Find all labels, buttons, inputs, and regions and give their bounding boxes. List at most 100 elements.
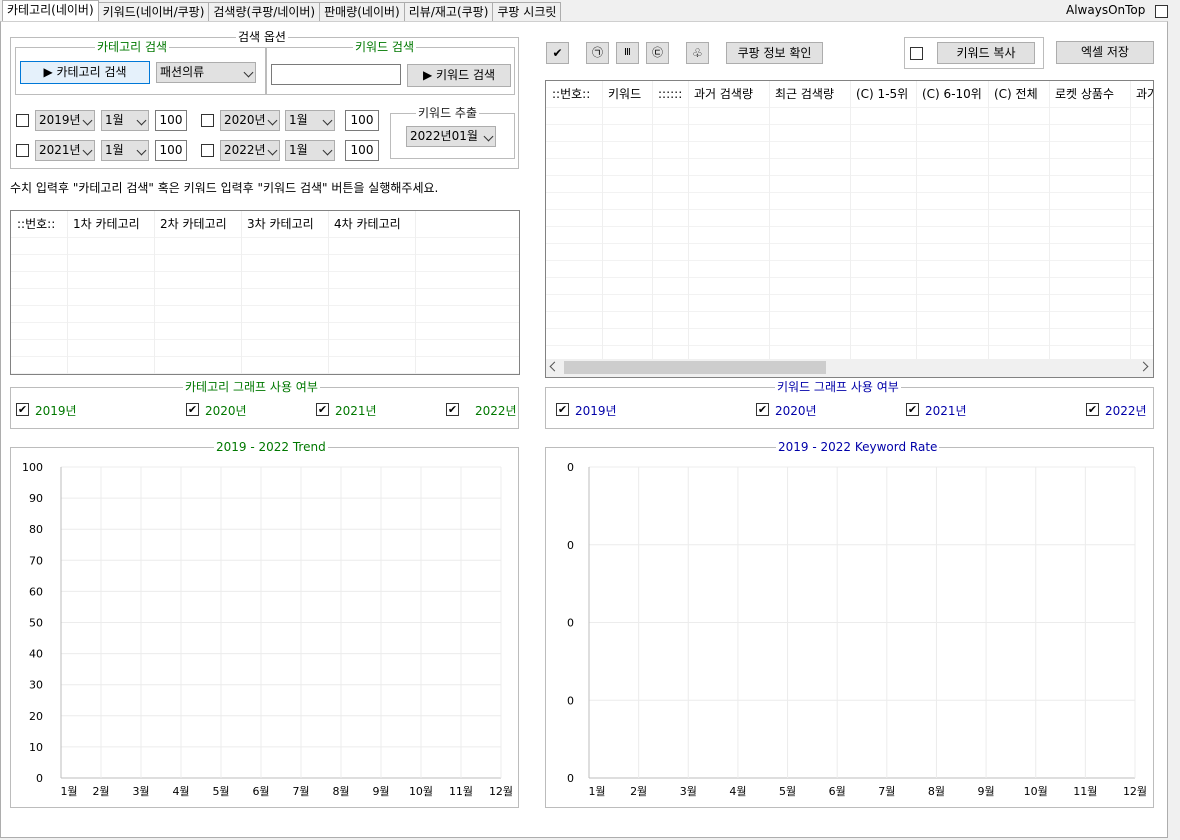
column-header[interactable]: :::::: [652,81,688,107]
column-header[interactable]: 1차 카테고리 [67,211,154,237]
grid-rows [11,237,519,374]
x-tick-label: 6월 [252,785,269,798]
check-icon-button[interactable]: ✔ [546,42,569,64]
year-2020-checkbox[interactable] [201,114,214,127]
month-2020-value: 1월 [289,113,308,127]
keyword-graph-2022-label: 2022년 [1105,404,1147,418]
column-header[interactable]: (C) 전체 [988,81,1049,107]
column-header[interactable]: 2차 카테고리 [154,211,241,237]
count-2020-input[interactable]: 100 [345,110,379,131]
category-grid[interactable]: ::번호:: 1차 카테고리 2차 카테고리 3차 카테고리 4차 카테고리 [10,210,520,375]
grid-divider [602,81,603,359]
count-2021-input[interactable]: 100 [155,140,187,161]
scroll-right-icon[interactable] [1138,361,1149,372]
grid-divider [1049,81,1050,359]
keyword-graph-2019-checkbox[interactable]: ✔ [556,403,569,416]
x-tick-label: 9월 [978,785,995,798]
keyword-graph-2019-label: 2019년 [575,404,617,418]
tab-search-volume[interactable]: 검색량(쿠팡/네이버) [208,2,321,21]
keyword-extract-value: 2022년01월 [410,129,478,143]
column-header[interactable]: ::번호:: [546,81,602,107]
keyword-grid[interactable]: ::번호:: 키워드 :::::: 과거 검색량 최근 검색량 (C) 1-5위… [545,80,1154,378]
y-tick-label: 0 [567,617,574,630]
year-2021-checkbox[interactable] [16,144,29,157]
circled-digeut-icon-button[interactable]: ㉢ [646,42,669,64]
keyword-copy-button[interactable]: 키워드 복사 [937,42,1035,64]
month-2022-select[interactable]: 1월 [285,140,335,161]
category-graph-2020-checkbox[interactable]: ✔ [186,403,199,416]
keyword-graph-2021-checkbox[interactable]: ✔ [906,403,919,416]
month-2019-select[interactable]: 1월 [101,110,149,131]
column-header[interactable]: 과거 검색량 [688,81,769,107]
column-header[interactable]: 최근 검색량 [769,81,850,107]
keyword-graph-2022-checkbox[interactable]: ✔ [1086,403,1099,416]
category-graph-2022-checkbox[interactable]: ✔ [446,403,459,416]
month-2020-select[interactable]: 1월 [285,110,335,131]
search-options-group: 검색 옵션 카테고리 검색 ▶ 카테고리 검색 패션의류 키워드 검색 ▶ 키워… [10,30,519,169]
count-2019-input[interactable]: 100 [155,110,187,131]
grid-divider [688,81,689,359]
column-header[interactable]: (C) 6-10위 [916,81,988,107]
column-header[interactable]: 과거 [1130,81,1153,107]
category-graph-usage-title: 카테고리 그래프 사용 여부 [183,380,320,394]
tab-sales-naver[interactable]: 판매량(네이버) [319,2,405,21]
category-search-title: 카테고리 검색 [95,40,170,54]
keyword-graph-2020-checkbox[interactable]: ✔ [756,403,769,416]
chevron-down-icon [322,115,333,126]
keyword-search-title: 키워드 검색 [353,40,417,54]
keyword-input[interactable] [271,64,401,85]
x-tick-label: 7월 [878,785,895,798]
category-search-button[interactable]: ▶ 카테고리 검색 [20,61,150,84]
x-tick-label: 5월 [779,785,796,798]
circled-roman-three-icon-button[interactable]: Ⅲ [616,42,639,64]
club-icon-button[interactable]: ♧ [686,42,709,64]
keyword-copy-checkbox[interactable] [910,47,923,60]
keyword-extract-select[interactable]: 2022년01월 [406,126,496,147]
count-2022-input[interactable]: 100 [345,140,379,161]
scroll-left-icon[interactable] [549,361,560,372]
category-graph-2021-checkbox[interactable]: ✔ [316,403,329,416]
tab-coupang-secret[interactable]: 쿠팡 시크릿 [492,2,562,21]
chevron-down-icon [82,115,93,126]
column-header[interactable]: ::번호:: [11,211,67,237]
category-select[interactable]: 패션의류 [156,62,256,83]
excel-save-button[interactable]: 엑셀 저장 [1056,41,1154,64]
tab-category-naver[interactable]: 카테고리(네이버) [2,0,99,21]
x-tick-label: 6월 [829,785,846,798]
year-2019-checkbox[interactable] [16,114,29,127]
column-header[interactable]: 키워드 [602,81,652,107]
tab-list: 카테고리(네이버) 키워드(네이버/쿠팡) 검색량(쿠팡/네이버) 판매량(네이… [2,0,562,23]
tab-bar: 카테고리(네이버) 키워드(네이버/쿠팡) 검색량(쿠팡/네이버) 판매량(네이… [0,0,1180,22]
year-2020-select[interactable]: 2020년 [220,110,280,131]
coupang-info-button[interactable]: 쿠팡 정보 확인 [726,42,823,64]
year-2021-select[interactable]: 2021년 [35,140,95,161]
keyword-search-button[interactable]: ▶ 키워드 검색 [407,64,511,87]
keyword-copy-group: 키워드 복사 [904,37,1044,69]
scrollbar-thumb[interactable] [564,361,826,374]
x-tick-label: 5월 [212,785,229,798]
search-options-title: 검색 옵션 [236,30,288,44]
y-tick-label: 50 [29,617,43,630]
tab-keyword-naver-coupang[interactable]: 키워드(네이버/쿠팡) [97,2,210,21]
x-tick-label: 2월 [92,785,109,798]
horizontal-scrollbar[interactable] [546,359,1153,377]
tab-review-stock[interactable]: 리뷰/재고(쿠팡) [403,2,494,21]
always-on-top-checkbox[interactable] [1155,5,1168,18]
year-2022-select[interactable]: 2022년 [220,140,280,161]
column-header[interactable]: 로켓 상품수 [1049,81,1130,107]
keyword-rate-chart-group: 2019 - 2022 Keyword Rate 0 0 0 0 0 1월 2월 3월 4월 5월… [545,440,1154,808]
month-2021-select[interactable]: 1월 [101,140,149,161]
column-header[interactable]: (C) 1-5위 [850,81,916,107]
column-header[interactable]: 3차 카테고리 [241,211,328,237]
year-2019-select[interactable]: 2019년 [35,110,95,131]
x-tick-label: 8월 [332,785,349,798]
keyword-graph-2021-label: 2021년 [925,404,967,418]
column-header[interactable]: 4차 카테고리 [328,211,415,237]
chevron-down-icon [243,67,254,78]
category-graph-2019-checkbox[interactable]: ✔ [16,403,29,416]
year-2022-checkbox[interactable] [201,144,214,157]
circled-giyeok-icon-button[interactable]: ㉠ [586,42,609,64]
x-tick-label: 4월 [172,785,189,798]
x-tick-label: 7월 [292,785,309,798]
chevron-down-icon [136,145,147,156]
